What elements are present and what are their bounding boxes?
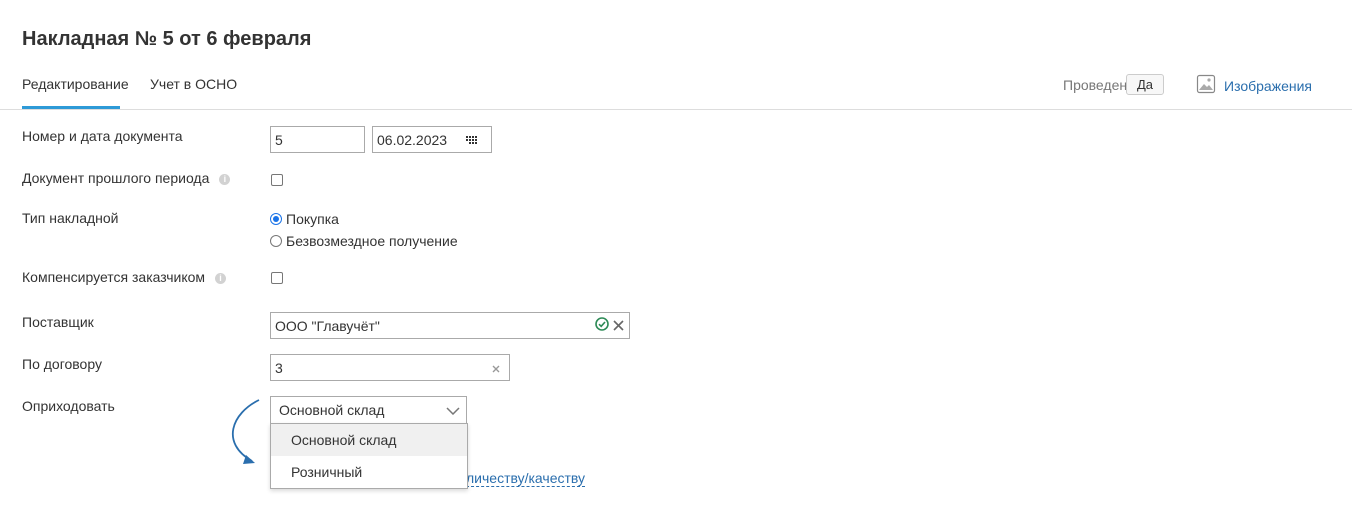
calendar-icon[interactable] bbox=[466, 132, 477, 148]
dropdown-option-main-warehouse[interactable]: Основной склад bbox=[271, 424, 467, 456]
info-icon[interactable]: i bbox=[219, 174, 231, 185]
prev-period-label-text: Документ прошлого периода bbox=[22, 170, 210, 186]
doc-date-value: 06.02.2023 bbox=[377, 131, 448, 148]
info-icon[interactable]: i bbox=[215, 273, 227, 284]
curved-arrow-icon bbox=[222, 398, 270, 471]
images-link-label: Изображения bbox=[1224, 77, 1312, 94]
doc-number-input[interactable]: 5 bbox=[270, 126, 365, 153]
radio-purchase-label: Покупка bbox=[286, 211, 339, 227]
radio-free-receipt-control[interactable] bbox=[270, 235, 282, 247]
dropdown-option-retail[interactable]: Розничный bbox=[271, 456, 467, 488]
image-icon bbox=[1196, 74, 1216, 97]
contract-input[interactable]: 3 bbox=[270, 354, 510, 381]
posted-toggle[interactable]: Да bbox=[1126, 74, 1164, 95]
clear-icon[interactable] bbox=[613, 318, 624, 334]
warehouse-label: Оприходовать bbox=[22, 398, 115, 414]
doc-number-label: Номер и дата документа bbox=[22, 128, 183, 144]
radio-free-receipt[interactable]: Безвозмездное получение bbox=[270, 233, 458, 249]
compensated-label: Компенсируется заказчиком i bbox=[22, 269, 227, 285]
prev-period-label: Документ прошлого периода i bbox=[22, 170, 231, 186]
discrepancy-link[interactable]: личеству/качеству bbox=[466, 471, 586, 487]
posted-label: Проведен bbox=[1063, 77, 1128, 93]
supplier-label: Поставщик bbox=[22, 314, 94, 330]
contract-value: 3 bbox=[275, 359, 283, 376]
page-title: Накладная № 5 от 6 февраля bbox=[22, 28, 312, 50]
warehouse-select[interactable]: Основной склад bbox=[270, 396, 467, 424]
chevron-down-icon bbox=[446, 402, 460, 418]
tab-editing[interactable]: Редактирование bbox=[22, 76, 129, 92]
tabs-divider bbox=[0, 109, 1352, 110]
warehouse-dropdown: Основной склад Розничный bbox=[270, 423, 468, 489]
supplier-input[interactable]: ООО "Главучёт" bbox=[270, 312, 630, 339]
check-circle-icon bbox=[595, 317, 609, 334]
doc-date-input[interactable]: 06.02.2023 bbox=[372, 126, 492, 153]
radio-purchase-control[interactable] bbox=[270, 213, 282, 225]
compensated-label-text: Компенсируется заказчиком bbox=[22, 269, 206, 285]
tab-osno[interactable]: Учет в ОСНО bbox=[150, 76, 237, 92]
clear-icon[interactable] bbox=[492, 360, 500, 376]
radio-free-receipt-label: Безвозмездное получение bbox=[286, 233, 458, 249]
compensated-checkbox[interactable] bbox=[271, 272, 283, 284]
contract-label: По договору bbox=[22, 356, 102, 372]
images-link[interactable]: Изображения bbox=[1196, 74, 1312, 97]
prev-period-checkbox[interactable] bbox=[271, 174, 283, 186]
doc-number-value: 5 bbox=[275, 131, 283, 148]
radio-purchase[interactable]: Покупка bbox=[270, 211, 339, 227]
invoice-type-label: Тип накладной bbox=[22, 210, 119, 226]
supplier-value: ООО "Главучёт" bbox=[275, 317, 380, 334]
warehouse-selected-value: Основной склад bbox=[279, 402, 385, 418]
